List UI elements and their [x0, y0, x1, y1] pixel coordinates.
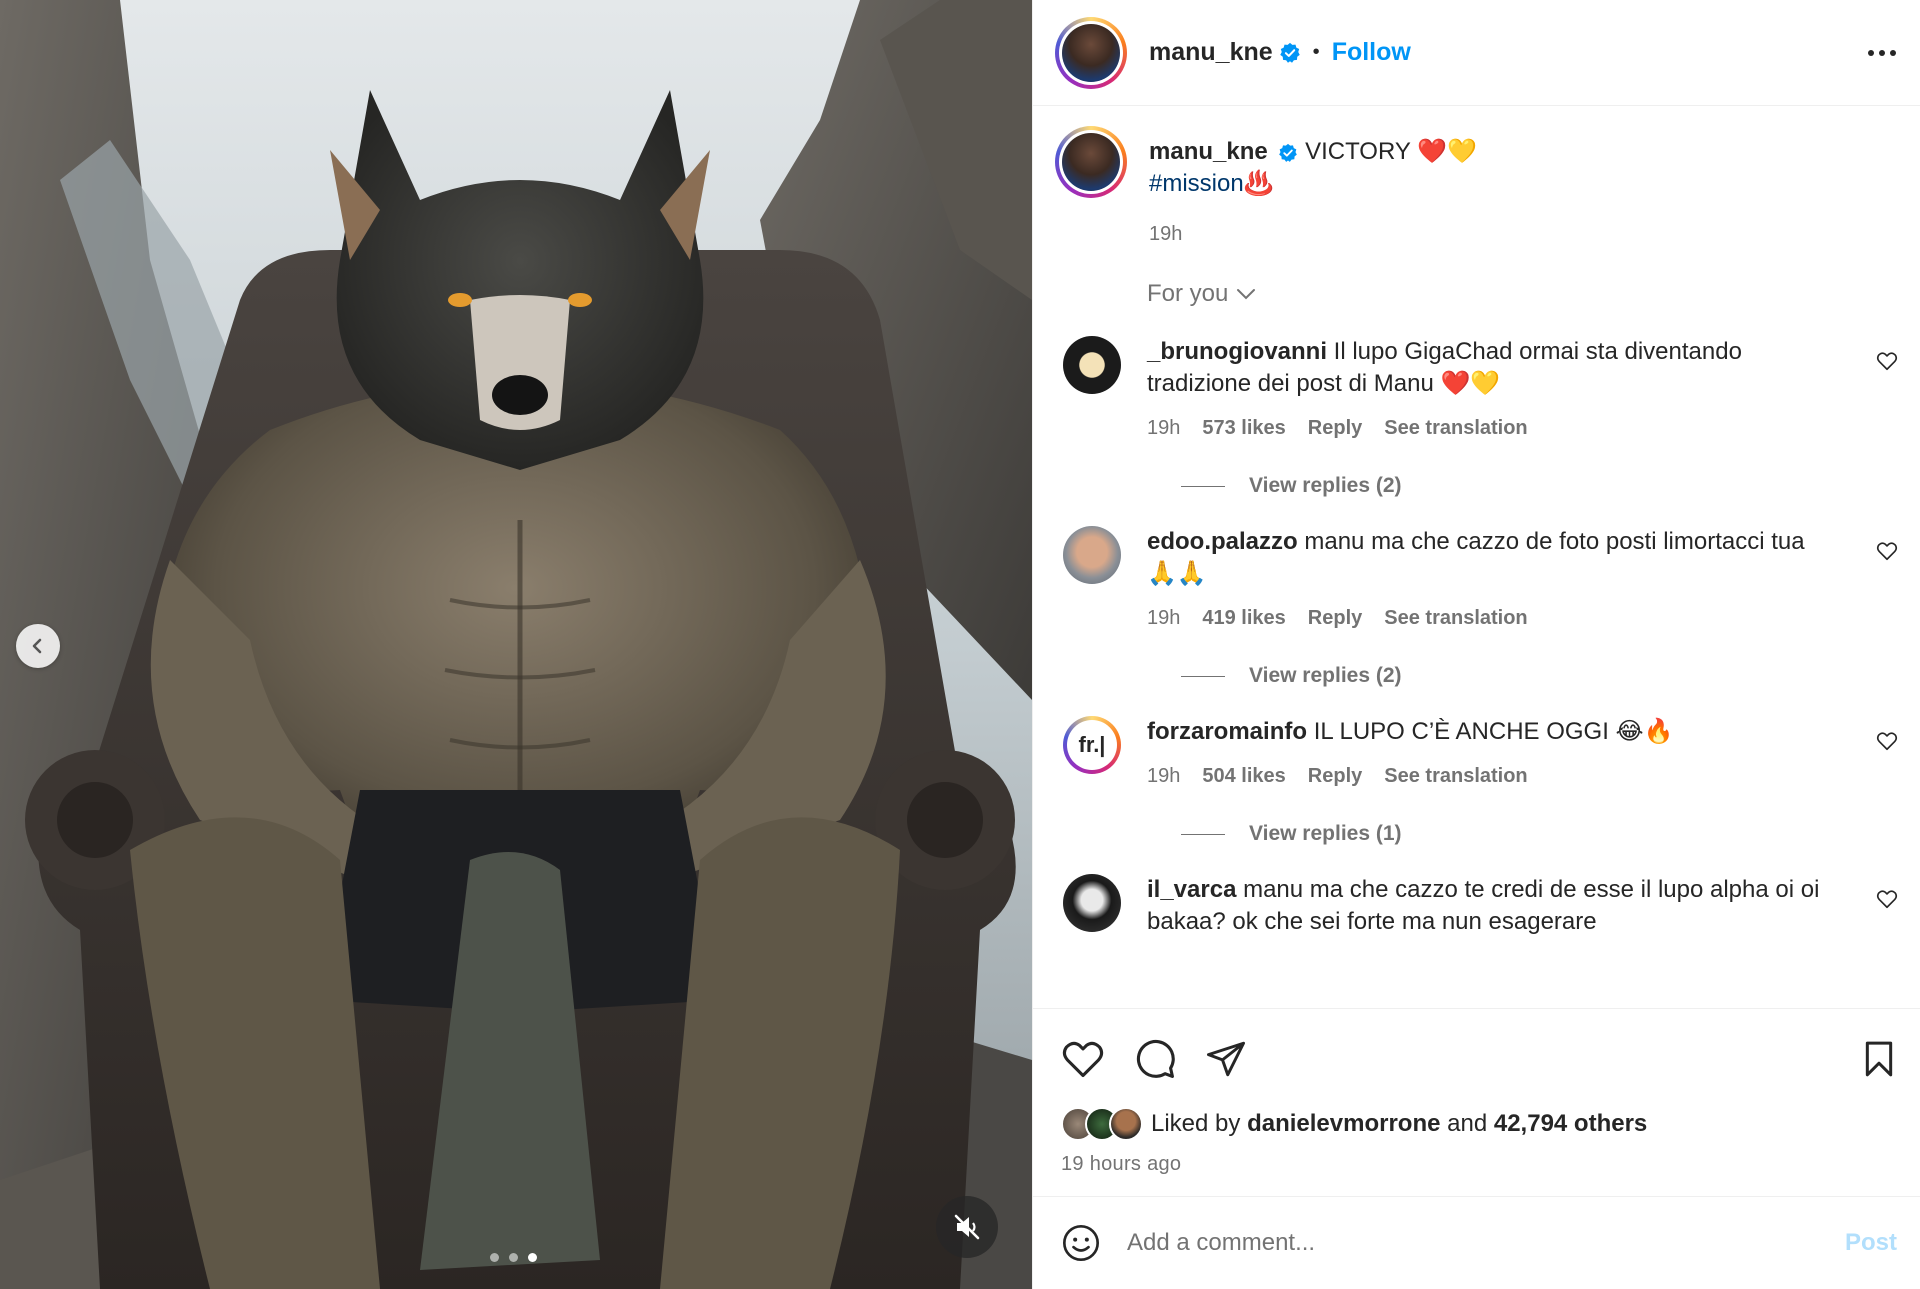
comment-item: fr.| forzaromainfo IL LUPO C’È ANCHE OGG… — [1055, 716, 1898, 792]
commenter-username[interactable]: edoo.palazzo — [1147, 528, 1298, 555]
like-comment-heart-icon[interactable] — [1876, 540, 1898, 562]
post-media — [0, 0, 1032, 1289]
fr-logo-icon: fr.| — [1067, 720, 1117, 770]
post-image — [0, 0, 1032, 1289]
sort-label: For you — [1147, 280, 1229, 307]
view-replies-button[interactable]: View replies (2) — [1181, 474, 1898, 498]
mute-toggle-button[interactable] — [936, 1196, 998, 1258]
comment-sort-dropdown[interactable]: For you — [1147, 280, 1898, 308]
carousel-indicator — [490, 1253, 537, 1262]
comment-text: manu ma che cazzo te credi de esse il lu… — [1147, 876, 1820, 935]
liker-username[interactable]: danielevmorrone — [1247, 1110, 1440, 1138]
follow-button[interactable]: Follow — [1332, 38, 1411, 67]
view-replies-label: View replies (2) — [1249, 664, 1402, 687]
comment-bubble-icon[interactable] — [1133, 1037, 1177, 1081]
comment-text: IL LUPO C’È ANCHE OGGI 😂🔥 — [1313, 718, 1674, 745]
speaker-muted-icon — [954, 1214, 980, 1240]
likes-summary[interactable]: Liked by danielevmorrone and 42,794 othe… — [1061, 1107, 1899, 1141]
likes-count[interactable]: 42,794 others — [1494, 1110, 1647, 1138]
commenter-avatar[interactable] — [1063, 526, 1121, 584]
post-side-panel: manu_kne • Follow manu_kne VICTORY ❤️💛 #… — [1032, 0, 1920, 1289]
verified-badge-icon — [1279, 143, 1298, 162]
comment-item: _brunogiovanni Il lupo GigaChad ormai st… — [1055, 336, 1898, 444]
like-heart-icon[interactable] — [1061, 1037, 1105, 1081]
post-caption: manu_kne VICTORY ❤️💛 #mission♨️ 19h — [1055, 126, 1898, 250]
emoji-smiley-icon[interactable] — [1061, 1223, 1101, 1263]
comment-time: 19h — [1147, 607, 1181, 629]
like-comment-heart-icon[interactable] — [1876, 350, 1898, 372]
comment-item: il_varca manu ma che cazzo te credi de e… — [1055, 874, 1898, 938]
comment-item: edoo.palazzo manu ma che cazzo de foto p… — [1055, 526, 1898, 634]
comment-time: 19h — [1147, 765, 1181, 787]
carousel-dot-active — [528, 1253, 537, 1262]
author-avatar[interactable] — [1055, 16, 1127, 89]
caption-text: VICTORY ❤️💛 — [1305, 138, 1477, 165]
commenter-avatar[interactable] — [1063, 874, 1121, 932]
post-header: manu_kne • Follow — [1033, 0, 1920, 106]
more-options-icon[interactable] — [1868, 49, 1896, 56]
caption-hashtag[interactable]: #mission♨️ — [1149, 168, 1477, 200]
commenter-username[interactable]: forzaromainfo — [1147, 718, 1307, 745]
liked-by-prefix: Liked by — [1151, 1110, 1241, 1137]
carousel-dot — [509, 1253, 518, 1262]
share-send-icon[interactable] — [1205, 1038, 1247, 1080]
comment-likes[interactable]: 419 likes — [1202, 602, 1285, 634]
see-translation-button[interactable]: See translation — [1384, 760, 1527, 792]
comment-time: 19h — [1147, 417, 1181, 439]
author-username[interactable]: manu_kne — [1149, 38, 1273, 67]
previous-slide-button[interactable] — [16, 624, 60, 668]
view-replies-label: View replies (2) — [1249, 474, 1402, 497]
see-translation-button[interactable]: See translation — [1384, 602, 1527, 634]
comment-likes[interactable]: 573 likes — [1202, 412, 1285, 444]
reply-button[interactable]: Reply — [1308, 602, 1362, 634]
carousel-dot — [490, 1253, 499, 1262]
commenter-username[interactable]: _brunogiovanni — [1147, 338, 1327, 365]
see-translation-button[interactable]: See translation — [1384, 412, 1527, 444]
view-replies-button[interactable]: View replies (1) — [1181, 822, 1898, 846]
commenter-avatar[interactable] — [1063, 336, 1121, 394]
reply-button[interactable]: Reply — [1308, 760, 1362, 792]
view-replies-button[interactable]: View replies (2) — [1181, 664, 1898, 688]
add-comment-input[interactable] — [1127, 1229, 1845, 1257]
post-actions: Liked by danielevmorrone and 42,794 othe… — [1033, 1008, 1920, 1176]
post-comment-button[interactable]: Post — [1845, 1229, 1897, 1257]
comment-likes[interactable]: 504 likes — [1202, 760, 1285, 792]
liker-avatars — [1061, 1107, 1143, 1141]
verified-badge-icon — [1279, 42, 1300, 63]
caption-time: 19h — [1149, 223, 1183, 245]
commenter-avatar[interactable]: fr.| — [1063, 716, 1121, 774]
view-replies-label: View replies (1) — [1249, 822, 1402, 845]
commenter-username[interactable]: il_varca — [1147, 876, 1236, 903]
comments-section[interactable]: manu_kne VICTORY ❤️💛 #mission♨️ 19h For … — [1033, 106, 1920, 1008]
caption-avatar[interactable] — [1055, 126, 1127, 198]
post-timestamp: 19 hours ago — [1061, 1153, 1182, 1175]
reply-button[interactable]: Reply — [1308, 412, 1362, 444]
like-comment-heart-icon[interactable] — [1876, 730, 1898, 752]
liked-by-and: and — [1447, 1110, 1488, 1137]
like-comment-heart-icon[interactable] — [1876, 888, 1898, 910]
chevron-left-icon — [32, 638, 42, 654]
save-bookmark-icon[interactable] — [1859, 1039, 1899, 1079]
caption-username[interactable]: manu_kne — [1149, 138, 1268, 165]
chevron-down-icon — [1237, 289, 1256, 300]
header-separator: • — [1312, 41, 1320, 63]
comment-composer: Post — [1033, 1196, 1920, 1289]
